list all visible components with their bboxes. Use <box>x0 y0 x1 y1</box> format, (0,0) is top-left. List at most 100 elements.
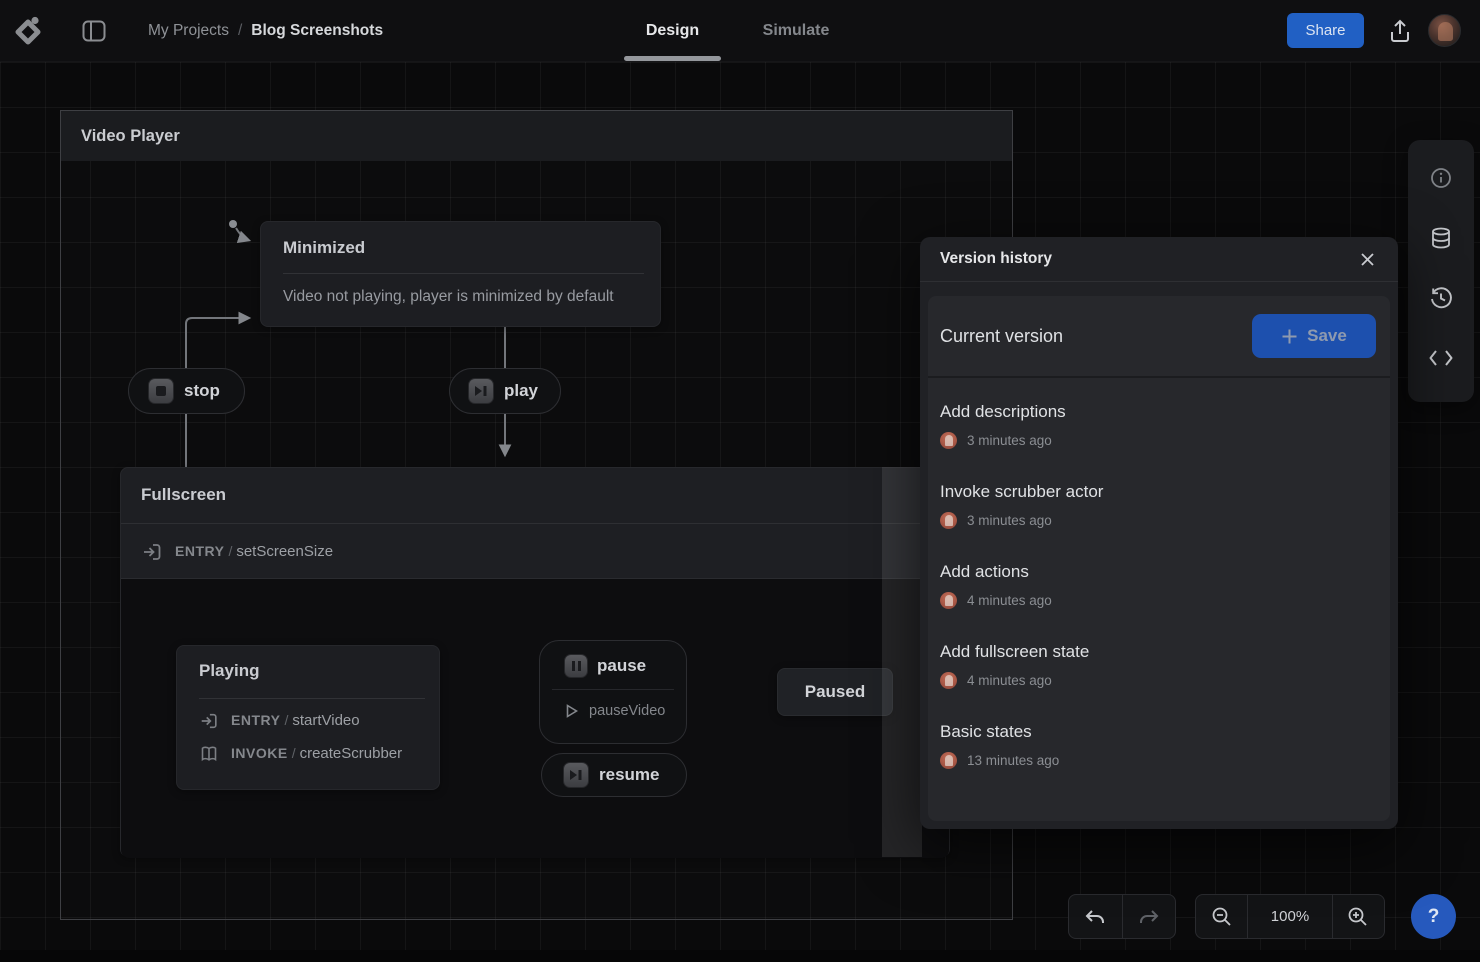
data-model-button[interactable] <box>1423 220 1459 256</box>
pause-icon <box>564 654 588 678</box>
code-button[interactable] <box>1423 340 1459 376</box>
action-play-icon <box>566 704 578 718</box>
version-name: Basic states <box>940 722 1378 742</box>
database-icon <box>1429 226 1453 250</box>
current-version-row: Current version Save <box>928 296 1390 378</box>
event-label: pause <box>597 656 646 676</box>
state-node-playing[interactable]: Playing ENTRY/startVideo INVOKE/createSc… <box>176 645 440 790</box>
author-avatar <box>940 672 957 689</box>
version-name: Add descriptions <box>940 402 1378 422</box>
event-label: stop <box>184 381 220 401</box>
user-avatar[interactable] <box>1428 14 1461 47</box>
breadcrumb: My Projects / Blog Screenshots <box>148 0 383 62</box>
state-node-paused[interactable]: Paused <box>777 668 893 716</box>
state-node-minimized[interactable]: Minimized Video not playing, player is m… <box>260 221 661 327</box>
invoke-action-row[interactable]: INVOKE/createScrubber <box>199 744 402 764</box>
state-title: Paused <box>805 682 865 702</box>
event-label: resume <box>599 765 659 785</box>
version-item[interactable]: Invoke scrubber actor 3 minutes ago <box>940 482 1378 529</box>
event-node-pause[interactable]: pause pauseVideo <box>539 640 687 744</box>
divider <box>199 698 425 699</box>
undo-icon <box>1083 906 1107 928</box>
state-description: Video not playing, player is minimized b… <box>283 288 614 306</box>
event-node-stop[interactable]: stop <box>128 368 245 414</box>
entry-icon <box>141 541 163 563</box>
transition-action-row[interactable]: pauseVideo <box>566 703 665 719</box>
sidebar-panel-icon <box>80 17 108 45</box>
entry-action-row[interactable]: ENTRY/setScreenSize <box>141 541 333 563</box>
separator: / <box>280 712 292 728</box>
tab-design-label: Design <box>646 22 699 40</box>
state-title: Minimized <box>283 238 365 258</box>
zoom-controls: 100% <box>1195 894 1385 939</box>
invoke-action: createScrubber <box>300 745 403 762</box>
version-history-header: Version history <box>920 237 1398 282</box>
zoom-out-icon <box>1211 906 1233 928</box>
upload-icon <box>1387 17 1413 45</box>
app-logo-menu[interactable] <box>14 12 62 50</box>
separator: / <box>288 745 300 761</box>
play-icon <box>468 378 494 404</box>
save-version-button[interactable]: Save <box>1252 314 1376 358</box>
export-button[interactable] <box>1384 14 1416 48</box>
tab-simulate[interactable]: Simulate <box>752 0 840 62</box>
entry-keyword: ENTRY <box>175 543 224 559</box>
version-name: Add fullscreen state <box>940 642 1378 662</box>
version-history-button[interactable] <box>1423 280 1459 316</box>
share-button[interactable]: Share <box>1287 13 1364 48</box>
transition-action: pauseVideo <box>589 703 665 719</box>
zoom-in-button[interactable] <box>1333 895 1384 938</box>
stop-icon <box>148 378 174 404</box>
active-tab-underline <box>624 56 721 61</box>
right-tool-rail <box>1408 140 1474 402</box>
version-list-container: Current version Save Add descriptions 3 … <box>928 296 1390 821</box>
share-button-label: Share <box>1305 22 1345 39</box>
entry-action-row[interactable]: ENTRY/startVideo <box>199 711 360 731</box>
event-label: play <box>504 381 538 401</box>
help-button[interactable]: ? <box>1411 894 1456 939</box>
author-avatar <box>940 432 957 449</box>
event-node-resume[interactable]: resume <box>541 753 687 797</box>
info-icon <box>1429 166 1453 190</box>
chevron-down-icon <box>50 27 61 35</box>
version-timestamp: 3 minutes ago <box>967 513 1052 528</box>
divider <box>552 689 674 690</box>
tab-design[interactable]: Design <box>624 0 721 62</box>
history-clock-icon <box>1428 285 1454 311</box>
panel-title: Version history <box>940 250 1052 268</box>
entry-action: startVideo <box>292 712 359 729</box>
breadcrumb-current[interactable]: Blog Screenshots <box>251 22 383 40</box>
machine-title-bar[interactable]: Video Player <box>61 111 1012 161</box>
help-label: ? <box>1428 906 1440 928</box>
version-timestamp: 3 minutes ago <box>967 433 1052 448</box>
stately-logo-icon <box>14 14 46 48</box>
close-icon[interactable] <box>1354 246 1380 272</box>
machine-title: Video Player <box>81 127 180 146</box>
breadcrumb-projects-link[interactable]: My Projects <box>148 22 229 40</box>
window-bottom-edge <box>0 950 1480 962</box>
sidebar-toggle-button[interactable] <box>80 17 108 45</box>
version-timestamp: 13 minutes ago <box>967 753 1059 768</box>
zoom-out-button[interactable] <box>1196 895 1247 938</box>
tab-simulate-label: Simulate <box>763 22 830 40</box>
version-name: Add actions <box>940 562 1378 582</box>
info-button[interactable] <box>1423 160 1459 196</box>
redo-button[interactable] <box>1122 895 1175 938</box>
version-item[interactable]: Add actions 4 minutes ago <box>940 562 1378 609</box>
breadcrumb-separator: / <box>238 22 242 40</box>
zoom-in-icon <box>1347 906 1369 928</box>
entry-icon <box>199 711 219 731</box>
divider <box>283 273 644 274</box>
redo-icon <box>1137 906 1161 928</box>
version-item[interactable]: Add descriptions 3 minutes ago <box>940 402 1378 449</box>
undo-button[interactable] <box>1069 895 1122 938</box>
event-node-play[interactable]: play <box>449 368 561 414</box>
invoke-icon <box>199 744 219 764</box>
entry-keyword: ENTRY <box>231 712 280 728</box>
separator: / <box>224 543 236 559</box>
version-item[interactable]: Basic states 13 minutes ago <box>940 722 1378 769</box>
state-title: Playing <box>199 661 259 681</box>
undo-redo-group <box>1068 894 1176 939</box>
state-title: Fullscreen <box>141 485 226 505</box>
version-item[interactable]: Add fullscreen state 4 minutes ago <box>940 642 1378 689</box>
